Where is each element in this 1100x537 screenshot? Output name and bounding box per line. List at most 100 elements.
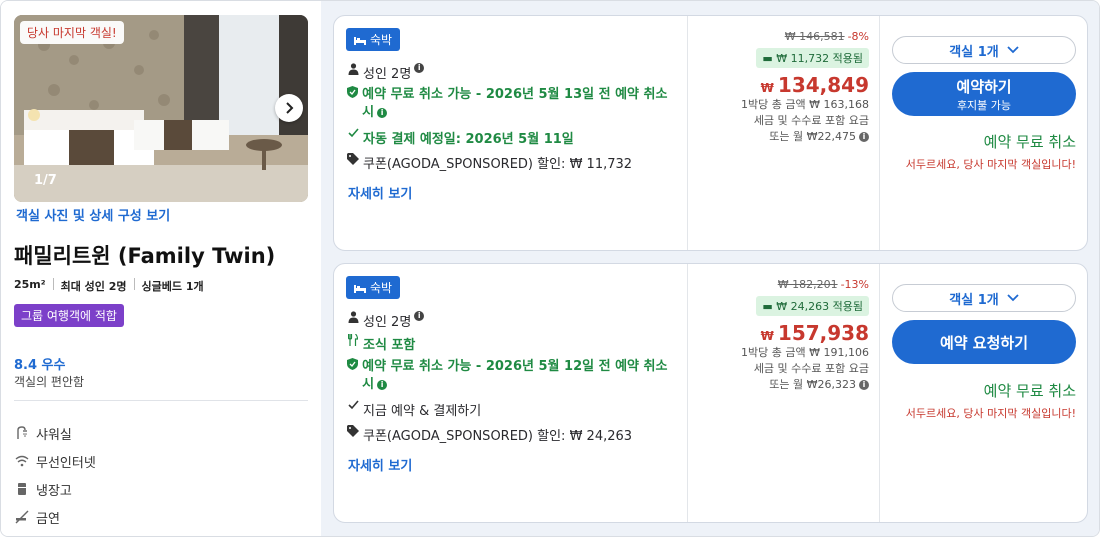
room-count-select[interactable]: 객실 1개 <box>892 284 1076 312</box>
total-per-night: 1박당 총 금액 ₩ 163,168 <box>741 98 869 111</box>
currency-symbol: ₩ <box>760 329 774 343</box>
info-icon[interactable]: i <box>859 380 869 390</box>
currency-symbol: ₩ <box>760 81 774 95</box>
amenity-label: 냉장고 <box>36 483 72 499</box>
ticket-icon: ▬ <box>762 52 777 65</box>
price-column: ₩ 146,581 -8% ▬ ₩ 11,732 적용됨 ₩134,849 1박당… <box>688 30 869 145</box>
info-icon[interactable]: i <box>414 63 425 73</box>
guests-line: 성인 2명 i <box>346 311 425 330</box>
info-icon[interactable]: i <box>377 379 388 390</box>
discount-percent: -8% <box>847 30 869 43</box>
book-button-label: 예약하기 <box>956 77 1012 96</box>
payment-line: 지금 예약 & 결제하기 <box>346 400 481 419</box>
bed-icon <box>354 36 366 45</box>
breakfast-text: 조식 포함 <box>363 338 416 353</box>
last-room-badge: 당사 마지막 객실! <box>20 21 124 44</box>
last-room-warning: 서두르세요, 당사 마지막 객실입니다! <box>905 158 1076 171</box>
room-title: 패밀리트윈 (Family Twin) <box>14 244 276 268</box>
pay-later-label: 후지불 가능 <box>956 98 1012 112</box>
payment-text: 자동 결제 예정일: 2026년 5월 11일 <box>363 132 574 147</box>
action-column: 객실 1개 예약 요청하기 예약 무료 취소 서두르세요, 당사 마지막 객실입… <box>880 264 1087 522</box>
coupon-applied-text: ₩ 11,732 적용됨 <box>776 52 863 65</box>
breakfast-line: 조식 포함 <box>346 334 415 353</box>
original-price-line: ₩ 146,581 -8% <box>688 30 869 43</box>
discount-percent: -13% <box>840 278 869 291</box>
original-price: ₩ 146,581 <box>784 30 845 43</box>
cancel-text: 예약 무료 취소 가능 - 2026년 5월 12일 전 예약 취소 시 <box>362 359 668 392</box>
free-cancel-label: 예약 무료 취소 <box>983 133 1076 151</box>
final-price: ₩157,938 <box>688 321 869 345</box>
room-count-label: 객실 1개 <box>949 44 999 60</box>
amenity-fridge: 냉장고 <box>14 475 96 503</box>
last-room-warning: 서두르세요, 당사 마지막 객실입니다! <box>905 407 1076 420</box>
info-icon[interactable]: i <box>377 107 388 118</box>
chevron-right-icon <box>286 102 294 114</box>
group-travel-badge: 그룹 여행객에 적합 <box>14 304 124 327</box>
room-count-label: 객실 1개 <box>949 292 999 308</box>
room-offer-panel: 당사 마지막 객실! 1/7 객실 사진 및 상세 구성 보기 패밀리트윈 (F… <box>0 0 1100 537</box>
final-price-value: 134,849 <box>777 73 869 97</box>
coupon-text: 쿠폰(AGODA_SPONSORED) 할인: ₩ 11,732 <box>363 157 633 172</box>
action-column: 객실 1개 예약하기 후지불 가능 예약 무료 취소 서두르세요, 당사 마지막… <box>880 16 1087 250</box>
review-score: 8.4 우수 <box>14 358 66 373</box>
photo-counter: 1/7 <box>34 173 57 188</box>
final-price-value: 157,938 <box>777 321 869 345</box>
total-per-night: 1박당 총 금액 ₩ 191,106 <box>741 346 869 359</box>
book-button-label: 예약 요청하기 <box>939 333 1029 352</box>
ticket-icon: ▬ <box>762 300 777 313</box>
stay-badge-label: 숙박 <box>370 281 393 295</box>
utensils-icon <box>346 334 360 346</box>
stay-badge: 숙박 <box>346 28 401 51</box>
chevron-down-icon <box>1007 46 1019 54</box>
divider <box>14 400 308 401</box>
shower-icon <box>14 425 30 441</box>
book-button[interactable]: 예약하기 후지불 가능 <box>892 72 1076 116</box>
next-photo-button[interactable] <box>275 94 303 122</box>
room-photo[interactable]: 당사 마지막 객실! 1/7 <box>14 15 308 202</box>
coupon-line: 쿠폰(AGODA_SPONSORED) 할인: ₩ 11,732 <box>346 153 632 172</box>
room-photos-link[interactable]: 객실 사진 및 상세 구성 보기 <box>16 205 170 224</box>
amenities-list: 샤워실 무선인터넷 냉장고 금연 <box>14 419 96 531</box>
fridge-icon <box>14 481 30 497</box>
request-booking-button[interactable]: 예약 요청하기 <box>892 320 1076 364</box>
person-icon <box>346 63 360 75</box>
review-score-label: 객실의 편안함 <box>14 375 85 389</box>
coupon-applied-badge: ▬ ₩ 11,732 적용됨 <box>756 48 869 68</box>
shield-check-icon <box>346 86 359 98</box>
monthly-text: 또는 월 ₩26,323 <box>769 378 856 391</box>
tax-note: 세금 및 수수료 포함 요금 <box>753 114 869 127</box>
stay-badge-label: 숙박 <box>370 33 393 47</box>
person-icon <box>346 311 360 323</box>
stay-badge: 숙박 <box>346 276 401 299</box>
tag-icon <box>346 153 360 165</box>
original-price-line: ₩ 182,201 -13% <box>688 278 869 291</box>
room-count-select[interactable]: 객실 1개 <box>892 36 1076 64</box>
wifi-icon <box>14 453 30 469</box>
cancel-text: 예약 무료 취소 가능 - 2026년 5월 13일 전 예약 취소 시 <box>362 87 668 120</box>
no-smoking-icon <box>14 509 30 525</box>
bed-type: 싱글베드 1개 <box>141 280 204 293</box>
coupon-applied-text: ₩ 24,263 적용됨 <box>776 300 863 313</box>
final-price: ₩134,849 <box>688 73 869 97</box>
original-price: ₩ 182,201 <box>777 278 838 291</box>
offer-card: 숙박 성인 2명 i 조식 포함 예약 무료 취소 가능 - 2026년 5월 … <box>333 263 1088 523</box>
spec-divider <box>52 278 54 290</box>
amenity-no-smoking: 금연 <box>14 503 96 531</box>
shield-check-icon <box>346 358 359 370</box>
free-cancel-label: 예약 무료 취소 <box>983 382 1076 400</box>
room-info-column: 당사 마지막 객실! 1/7 객실 사진 및 상세 구성 보기 패밀리트윈 (F… <box>1 1 321 536</box>
payment-line: 자동 결제 예정일: 2026년 5월 11일 <box>346 128 574 147</box>
info-icon[interactable]: i <box>859 132 869 142</box>
offer-card: 숙박 성인 2명 i 예약 무료 취소 가능 - 2026년 5월 13일 전 … <box>333 15 1088 251</box>
info-icon[interactable]: i <box>414 311 425 321</box>
coupon-text: 쿠폰(AGODA_SPONSORED) 할인: ₩ 24,263 <box>363 429 633 444</box>
details-link[interactable]: 자세히 보기 <box>348 183 412 202</box>
details-link[interactable]: 자세히 보기 <box>348 455 412 474</box>
payment-text: 지금 예약 & 결제하기 <box>363 404 482 419</box>
room-specs: 25m² 최대 성인 2명 싱글베드 1개 <box>14 278 204 294</box>
monthly-text: 또는 월 ₩22,475 <box>769 130 856 143</box>
price-column: ₩ 182,201 -13% ▬ ₩ 24,263 적용됨 ₩157,938 1박… <box>688 278 869 393</box>
amenity-wifi: 무선인터넷 <box>14 447 96 475</box>
guests-line: 성인 2명 i <box>346 63 425 82</box>
check-icon <box>346 400 360 410</box>
